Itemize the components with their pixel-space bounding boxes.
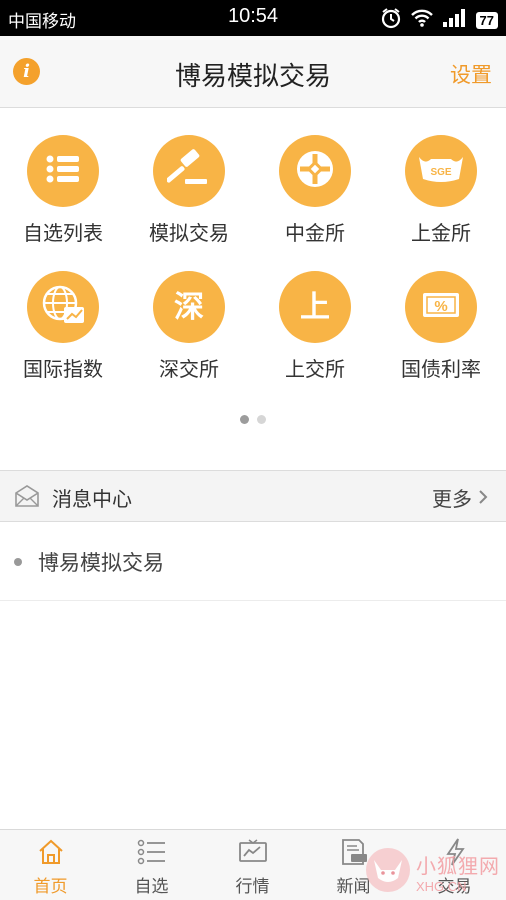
grid-item-cffex[interactable]: 中金所 [252, 135, 378, 246]
sge-icon-text: SGE [430, 167, 451, 178]
wifi-icon [410, 8, 434, 32]
grid-item-label: 中金所 [285, 221, 345, 245]
section-title: 消息中心 [52, 487, 132, 511]
watermark: 小狐狸网 XHG.CN [364, 846, 500, 898]
percent-ticket-icon: % [419, 288, 463, 326]
tab-label: 首页 [33, 877, 68, 897]
gavel-icon [166, 149, 211, 193]
list-icon [45, 154, 81, 188]
grid-item-treasury-rate[interactable]: % 国债利率 [378, 271, 504, 382]
tab-home[interactable]: 首页 [0, 830, 101, 900]
page-title: 博易模拟交易 [174, 62, 331, 92]
grid-item-simulated-trading[interactable]: 模拟交易 [126, 135, 252, 246]
grid-item-label: 上交所 [285, 357, 345, 381]
more-label: 更多 [432, 487, 472, 511]
watermark-domain: XHG.CN [416, 879, 467, 894]
sge-ingot-icon: SGE [417, 151, 465, 191]
shang-character-icon: 上 [293, 285, 337, 329]
list-item-text: 博易模拟交易 [38, 551, 164, 575]
grid-item-szse[interactable]: 深 深交所 [126, 271, 252, 382]
grid-item-sge[interactable]: SGE 上金所 [378, 135, 504, 246]
grid-item-sse[interactable]: 上 上交所 [252, 271, 378, 382]
tab-watchlist[interactable]: 自选 [101, 830, 202, 900]
message-center-header[interactable]: 消息中心 更多 [0, 470, 506, 522]
szse-icon-text: 深 [174, 290, 204, 325]
list-icon [101, 836, 202, 868]
battery-level: 77 [475, 11, 498, 29]
page-indicator [0, 415, 506, 424]
grid-item-label: 国债利率 [401, 357, 481, 381]
grid-item-label: 模拟交易 [149, 221, 229, 245]
status-bar: 中国移动 10:54 77 [0, 0, 506, 36]
shortcut-grid: 自选列表 模拟交易 中金所 SGE 上金所 国际指数 深 深交所 上 上交所 %… [0, 109, 506, 470]
globe-chart-icon [40, 283, 86, 331]
page-dot-active [240, 415, 249, 424]
tab-label: 行情 [235, 877, 270, 897]
shen-character-icon: 深 [167, 285, 211, 329]
status-icons: 77 [380, 7, 498, 33]
list-item[interactable]: 博易模拟交易 [0, 523, 506, 601]
home-icon [0, 836, 101, 868]
grid-item-watchlist[interactable]: 自选列表 [0, 135, 126, 246]
envelope-icon [14, 484, 40, 512]
more-link[interactable]: 更多 [432, 483, 488, 512]
watermark-text: 小狐狸网 [416, 854, 500, 878]
fox-logo-icon [364, 846, 412, 898]
signal-icon [442, 8, 468, 32]
grid-item-label: 自选列表 [23, 221, 103, 245]
chevron-right-icon [478, 486, 488, 510]
rate-icon-text: % [434, 298, 447, 315]
tab-market[interactable]: 行情 [202, 830, 303, 900]
grid-item-intl-index[interactable]: 国际指数 [0, 271, 126, 382]
grid-item-label: 深交所 [159, 357, 219, 381]
grid-item-label: 国际指数 [23, 357, 103, 381]
settings-button[interactable]: 设置 [450, 59, 492, 89]
page-dot [257, 415, 266, 424]
tab-label: 自选 [134, 877, 169, 897]
app-header: i 博易模拟交易 设置 [0, 36, 506, 108]
grid-item-label: 上金所 [411, 221, 471, 245]
chart-monitor-icon [202, 836, 303, 868]
cfe-emblem-icon [293, 147, 337, 195]
alarm-icon [380, 7, 402, 33]
sse-icon-text: 上 [300, 290, 330, 325]
bullet-icon [14, 558, 22, 566]
